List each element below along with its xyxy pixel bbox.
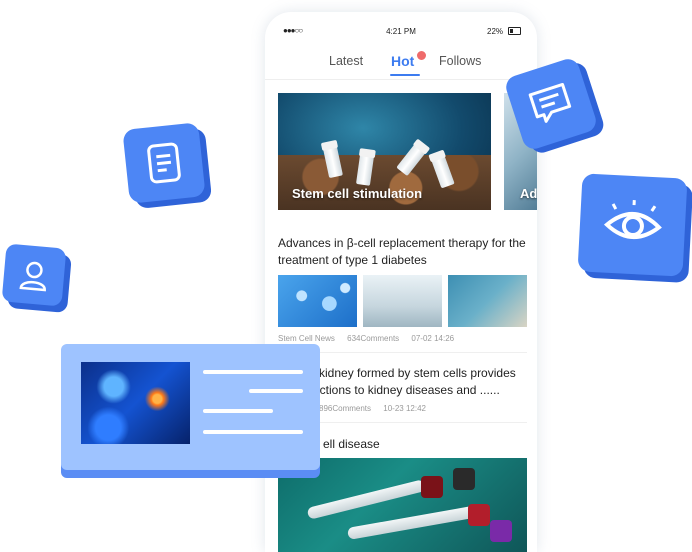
article-meta: 896Comments 10-23 12:42 xyxy=(319,404,436,413)
test-tube-image xyxy=(307,479,426,520)
banner-title: Stem cell stimulation xyxy=(292,186,422,201)
article-meta: Stem Cell News 634Comments 07-02 14:26 xyxy=(278,334,464,343)
article-comments[interactable]: 634Comments xyxy=(347,334,399,343)
article-title[interactable]: ell disease xyxy=(323,436,537,453)
article-date: 10-23 12:42 xyxy=(383,404,426,413)
banner-card[interactable]: Stem cell stimulation xyxy=(278,93,491,210)
card-line xyxy=(203,430,303,434)
article-title[interactable]: i kidney formed by stem cells provides e… xyxy=(313,365,525,399)
tube-cap-image xyxy=(490,520,512,542)
divider xyxy=(265,79,537,80)
article-title[interactable]: Advances in β-cell replacement therapy f… xyxy=(278,235,528,269)
floating-article-card xyxy=(61,344,320,470)
hot-badge-icon xyxy=(416,50,427,61)
banner-image xyxy=(278,155,491,210)
tab-bar: Latest Hot Follows xyxy=(265,54,537,76)
thumbnail-image xyxy=(278,275,357,327)
status-bar: ●●●○○ 4:21 PM 22% xyxy=(265,12,537,42)
battery-percent: 22% xyxy=(487,27,503,36)
battery-icon xyxy=(508,27,521,35)
tab-follows[interactable]: Follows xyxy=(439,54,481,68)
test-tube-image xyxy=(347,506,477,540)
banner-title: Adv xyxy=(520,186,537,201)
article-comments[interactable]: 896Comments xyxy=(319,404,371,413)
active-tab-indicator xyxy=(390,74,420,76)
card-line xyxy=(203,370,303,374)
article-image xyxy=(278,458,527,552)
user-icon xyxy=(2,243,67,306)
tab-latest[interactable]: Latest xyxy=(329,54,363,68)
tube-cap-image xyxy=(453,468,475,490)
article-date: 07-02 14:26 xyxy=(411,334,454,343)
card-line xyxy=(203,409,273,413)
thumbnail-image xyxy=(448,275,527,327)
tube-cap-image xyxy=(468,504,490,526)
card-image xyxy=(81,362,190,444)
tab-hot[interactable]: Hot xyxy=(391,53,414,69)
card-line xyxy=(249,389,303,393)
tube-cap-image xyxy=(421,476,443,498)
article-thumbnails xyxy=(278,275,527,327)
article-source: Stem Cell News xyxy=(278,334,335,343)
document-icon xyxy=(122,122,205,204)
thumbnail-image xyxy=(363,275,442,327)
phone-screen: ●●●○○ 4:21 PM 22% Latest Hot Follows Ste… xyxy=(265,12,537,552)
eye-icon xyxy=(578,173,688,276)
